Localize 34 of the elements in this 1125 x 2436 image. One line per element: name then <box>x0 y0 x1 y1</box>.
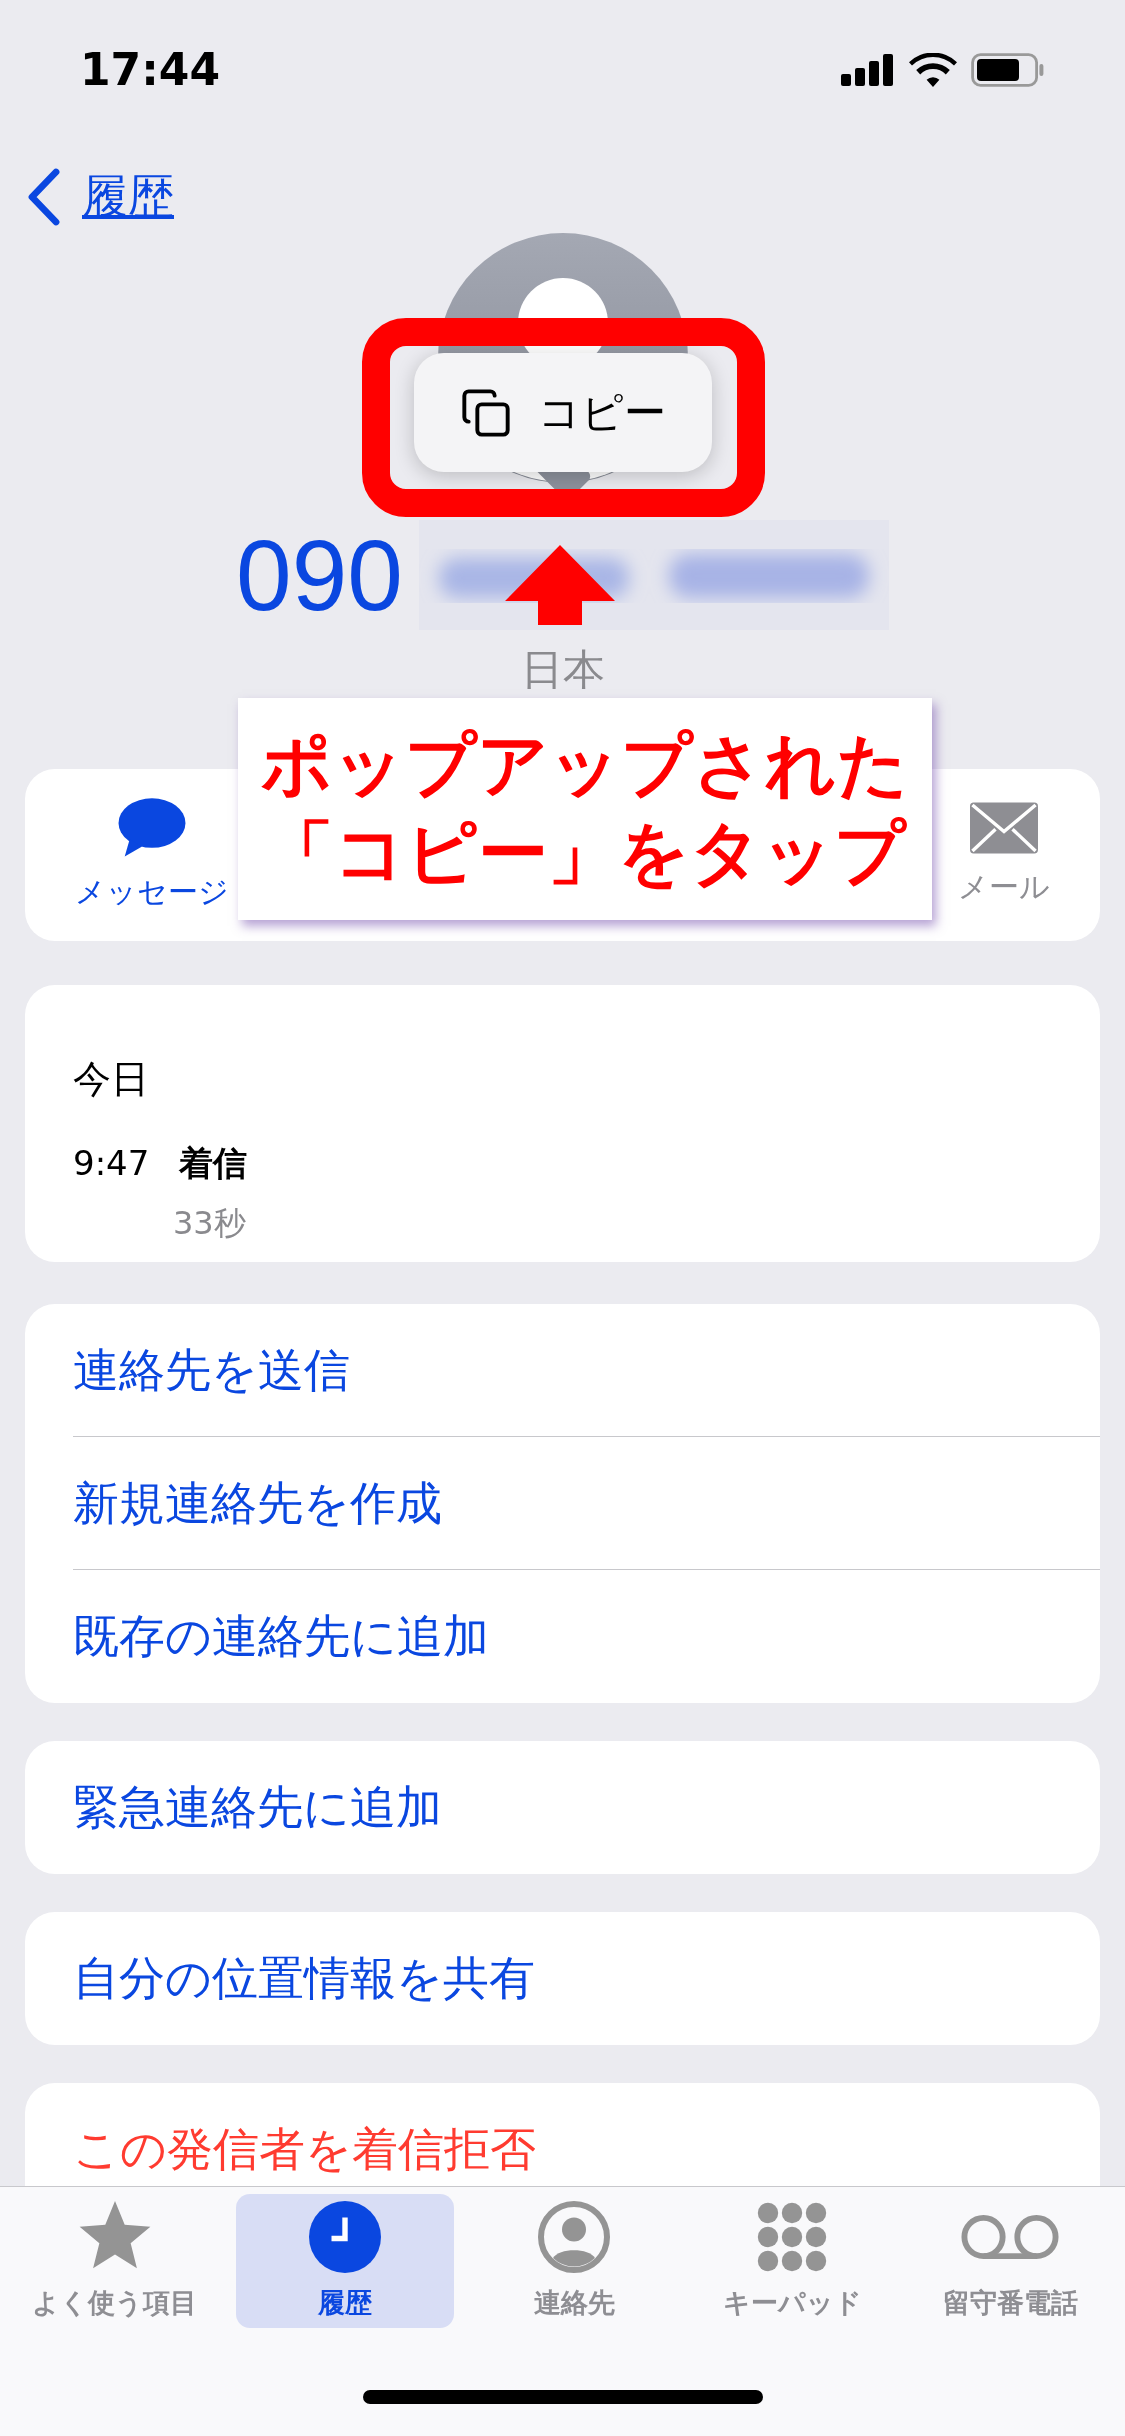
option-item[interactable]: 連絡先を送信 <box>73 1335 350 1405</box>
wifi-icon <box>909 53 957 87</box>
message-action[interactable]: メッセージ <box>75 796 229 914</box>
clock-icon <box>308 2200 381 2273</box>
status-time: 17:44 <box>80 43 221 97</box>
option-item[interactable]: この発信者を着信拒否 <box>73 2115 536 2184</box>
copy-menu-item[interactable]: コピー <box>414 353 712 472</box>
annotation-text: 「コピー」をタップ <box>263 811 908 896</box>
person-icon <box>538 2200 611 2273</box>
region-label: 日本 <box>520 644 605 696</box>
keypad-icon <box>756 2200 829 2273</box>
call-duration: 33秒 <box>173 1203 247 1244</box>
tab-item[interactable]: キーパッド <box>683 2194 902 2328</box>
call-time: 9:47 <box>73 1142 150 1185</box>
tab-item[interactable]: 連絡先 <box>465 2194 684 2328</box>
date-label: 今日 <box>73 1056 150 1103</box>
option-item[interactable]: 自分の位置情報を共有 <box>73 1944 535 2013</box>
mail-action[interactable]: メール <box>958 801 1050 909</box>
battery-icon <box>971 53 1045 87</box>
copy-icon <box>460 386 512 439</box>
option-item[interactable]: 既存の連絡先に追加 <box>73 1602 489 1671</box>
tab-item[interactable]: 履歴 <box>235 2194 454 2328</box>
annotation-text: ポップアップされた <box>260 723 910 808</box>
envelope-icon <box>970 801 1038 854</box>
call-type: 着信 <box>179 1142 248 1185</box>
tab-item[interactable]: 留守番電話 <box>901 2194 1119 2328</box>
phone-number: 090 <box>236 525 403 625</box>
signal-icon <box>841 54 895 86</box>
voicemail-icon <box>960 2212 1061 2261</box>
tab-item[interactable]: よく使う項目 <box>6 2194 224 2328</box>
chevron-left-icon <box>26 167 60 226</box>
option-item[interactable]: 新規連絡先を作成 <box>73 1468 442 1538</box>
speech-bubble-icon <box>117 796 187 859</box>
option-item[interactable]: 緊急連絡先に追加 <box>73 1773 442 1842</box>
